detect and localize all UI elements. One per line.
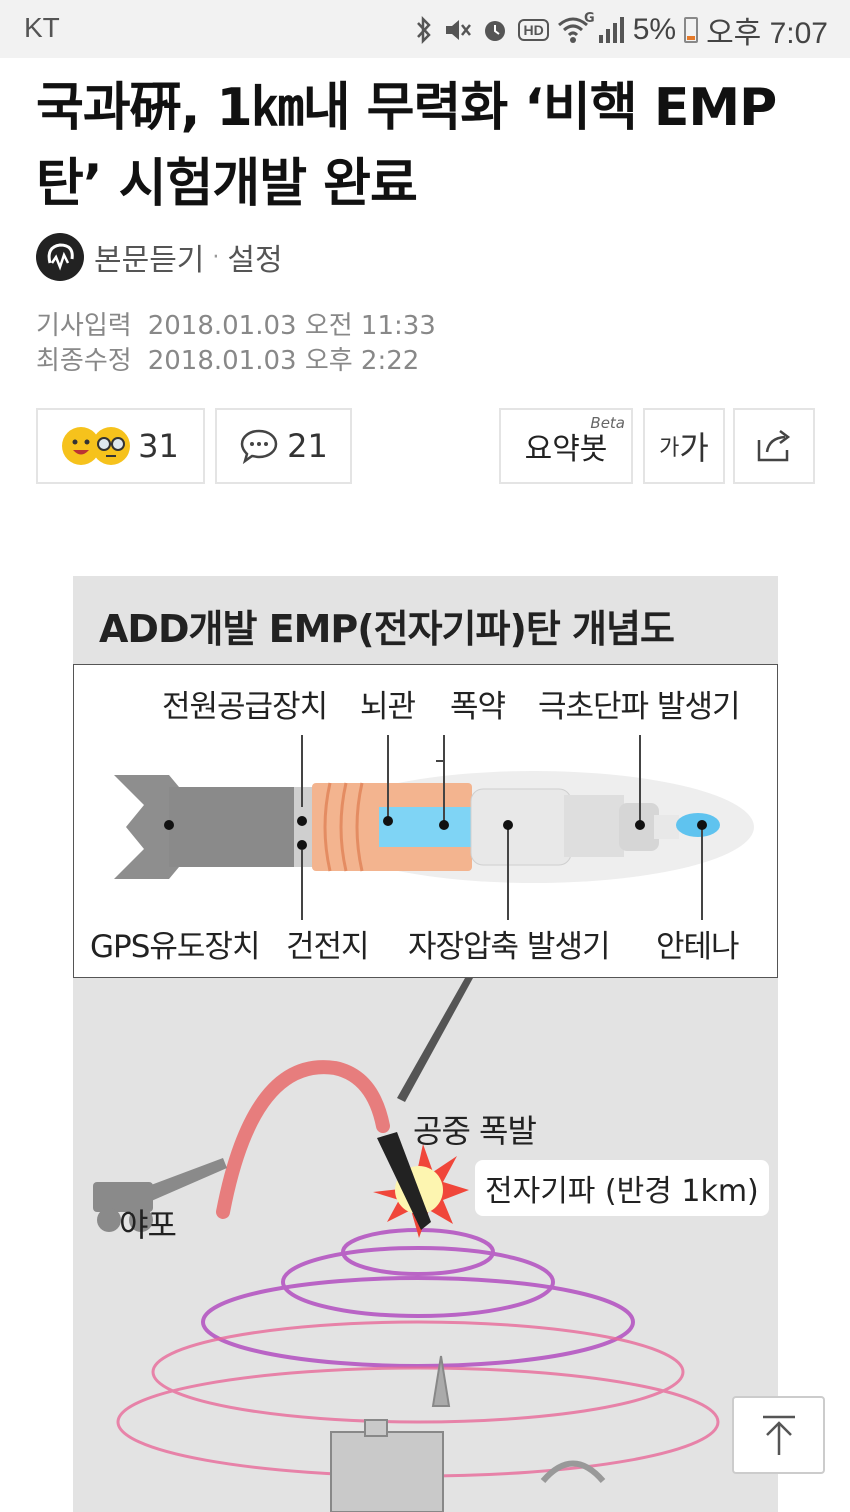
carrier-label: KT: [24, 12, 60, 43]
wifi-icon: G: [557, 11, 595, 45]
summary-bot-button[interactable]: 요약봇 Beta: [499, 408, 633, 484]
share-icon: [757, 430, 791, 462]
label-detonator: 뇌관: [360, 689, 416, 725]
glasses-emoji-icon: [92, 427, 131, 465]
comment-count: 21: [287, 427, 328, 465]
listen-icon[interactable]: [36, 233, 84, 281]
font-big-glyph: 가: [679, 429, 709, 467]
published-date: 기사입력 2018.01.03 오전 11:33: [36, 305, 436, 342]
mute-icon: [446, 20, 472, 40]
label-battery: 건전지: [286, 929, 370, 965]
bluetooth-icon: [417, 15, 432, 45]
bomb-diagram: 전원공급장치 뇌관 폭약 극초단파 발생기 GPS유도장치 건전지 자장압축 발…: [73, 664, 778, 978]
published-key: 기사입력: [36, 311, 132, 341]
article-infographic: ADD개발 EMP(전자기파)탄 개념도 전원공급장치 뇌관 폭약 극초단파 발…: [73, 576, 778, 1512]
article-title: 국과硏, 1㎞내 무력화 ‘비핵 EMP탄’ 시험개발 완료: [36, 78, 777, 214]
emp-scene: [93, 978, 720, 1512]
label-airburst: 공중 폭발: [413, 1112, 537, 1150]
modified-key: 최종수정: [36, 346, 132, 376]
label-antenna: 안테나: [656, 929, 740, 965]
label-explosive: 폭약: [450, 689, 506, 725]
reaction-button[interactable]: 31: [36, 408, 205, 484]
font-small-glyph: 가: [659, 436, 680, 461]
label-gps-guidance: GPS유도장치: [90, 929, 260, 965]
published-value: 2018.01.03 오전 11:33: [147, 311, 436, 341]
battery-icon: [684, 17, 699, 43]
alarm-icon: [485, 21, 506, 41]
font-size-button[interactable]: 가 가: [643, 408, 725, 484]
battery-percent: 5%: [632, 13, 677, 46]
signal-icon: [598, 17, 624, 43]
label-power-supply: 전원공급장치: [162, 689, 328, 725]
status-bar: KT HD G 5% 오후 7:07: [0, 0, 850, 58]
wifi-badge: G: [584, 11, 595, 26]
comment-icon: [240, 429, 278, 465]
infographic-title: ADD개발 EMP(전자기파)탄 개념도: [99, 607, 675, 651]
comment-button[interactable]: 21: [215, 408, 352, 484]
modified-date: 최종수정 2018.01.03 오후 2:22: [36, 340, 419, 377]
label-microwave-generator: 극초단파 발생기: [538, 689, 740, 725]
listen-button[interactable]: 본문듣기: [94, 235, 204, 279]
separator: ·: [212, 244, 220, 270]
status-icons: HD G 5% 오후 7:07: [414, 10, 828, 50]
label-flux-compression-generator: 자장압축 발생기: [408, 929, 610, 965]
modified-value: 2018.01.03 오후 2:22: [147, 346, 420, 376]
listen-row: 본문듣기 · 설정: [36, 232, 283, 282]
emp-radius-tag: 전자기파 (반경 1km): [475, 1160, 769, 1216]
label-artillery: 야포: [119, 1206, 177, 1244]
beta-badge: Beta: [590, 414, 625, 432]
settings-button[interactable]: 설정: [227, 235, 282, 279]
hd-icon: HD: [518, 19, 549, 41]
reaction-count: 31: [138, 427, 179, 465]
share-button[interactable]: [733, 408, 815, 484]
scroll-to-top-button[interactable]: [732, 1396, 825, 1474]
clock: 오후 7:07: [706, 17, 828, 50]
arrow-up-icon: [762, 1415, 795, 1455]
